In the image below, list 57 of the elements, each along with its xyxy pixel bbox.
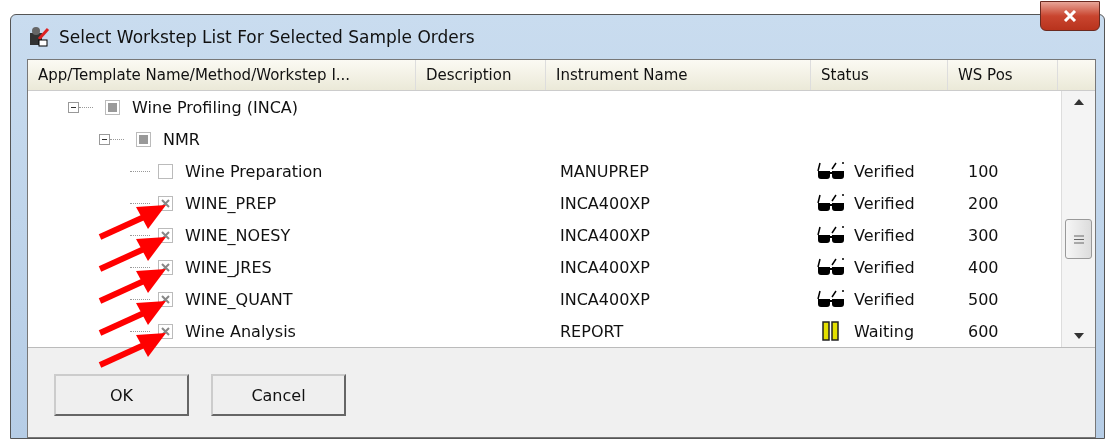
glasses-icon xyxy=(816,193,846,213)
status-label: Verified xyxy=(854,257,915,277)
column-header[interactable]: App/Template Name/Method/Workstep I... xyxy=(28,60,416,90)
glasses-icon xyxy=(816,257,846,277)
cancel-button[interactable]: Cancel xyxy=(211,374,346,416)
collapse-toggle[interactable] xyxy=(68,101,79,113)
app-icon xyxy=(27,25,51,49)
instrument-name: INCA400XP xyxy=(560,225,650,245)
checkbox[interactable] xyxy=(158,163,173,179)
tree-item-label[interactable]: NMR xyxy=(163,129,200,149)
ws-pos: 100 xyxy=(968,161,999,181)
tree-item-label[interactable]: WINE_QUANT xyxy=(185,289,293,309)
tree-item-label[interactable]: Wine Preparation xyxy=(185,161,323,181)
collapse-toggle[interactable] xyxy=(99,133,110,145)
instrument-name: MANUPREP xyxy=(560,161,649,181)
status-label: Waiting xyxy=(854,321,915,341)
glasses-icon xyxy=(816,161,846,181)
instrument-name: INCA400XP xyxy=(560,257,650,277)
pointer-arrow xyxy=(98,205,166,240)
checkbox[interactable] xyxy=(136,131,151,147)
tree-item-label[interactable]: WINE_NOESY xyxy=(185,225,291,245)
ws-pos: 500 xyxy=(968,289,999,309)
pointer-arrow xyxy=(98,301,166,336)
pause-icon xyxy=(821,321,841,341)
instrument-name: INCA400XP xyxy=(560,289,650,309)
glasses-icon xyxy=(816,289,846,309)
tree-item-label[interactable]: WINE_JRES xyxy=(185,257,272,277)
scroll-thumb[interactable] xyxy=(1065,219,1092,259)
tree-item-label[interactable]: Wine Profiling (INCA) xyxy=(132,97,298,117)
close-icon xyxy=(1063,10,1077,22)
status-label: Verified xyxy=(854,193,915,213)
close-button[interactable] xyxy=(1040,1,1100,31)
ws-pos: 200 xyxy=(968,193,999,213)
status-label: Verified xyxy=(854,225,915,245)
status-label: Verified xyxy=(854,289,915,309)
instrument-name: INCA400XP xyxy=(560,193,650,213)
scroll-up-icon xyxy=(1073,99,1084,105)
column-header[interactable]: Description xyxy=(416,60,546,90)
column-header[interactable]: Status xyxy=(811,60,948,90)
ws-pos: 400 xyxy=(968,257,999,277)
column-header[interactable]: Instrument Name xyxy=(546,60,811,90)
glasses-icon xyxy=(816,225,846,245)
scroll-down-icon xyxy=(1073,333,1084,339)
pointer-arrow xyxy=(98,333,166,368)
tree-item-label[interactable]: Wine Analysis xyxy=(185,321,296,341)
window-title: Select Workstep List For Selected Sample Orders xyxy=(59,27,475,47)
tree-item-label[interactable]: WINE_PREP xyxy=(185,193,277,213)
ok-button[interactable]: OK xyxy=(54,374,189,416)
pointer-arrow xyxy=(98,269,166,304)
checkbox[interactable] xyxy=(105,99,120,115)
ws-pos: 600 xyxy=(968,321,999,341)
scrollbar[interactable] xyxy=(1061,91,1095,347)
ws-pos: 300 xyxy=(968,225,999,245)
status-label: Verified xyxy=(854,161,915,181)
pointer-arrow xyxy=(98,237,166,272)
instrument-name: REPORT xyxy=(560,321,624,341)
column-header[interactable]: WS Pos xyxy=(948,60,1058,90)
